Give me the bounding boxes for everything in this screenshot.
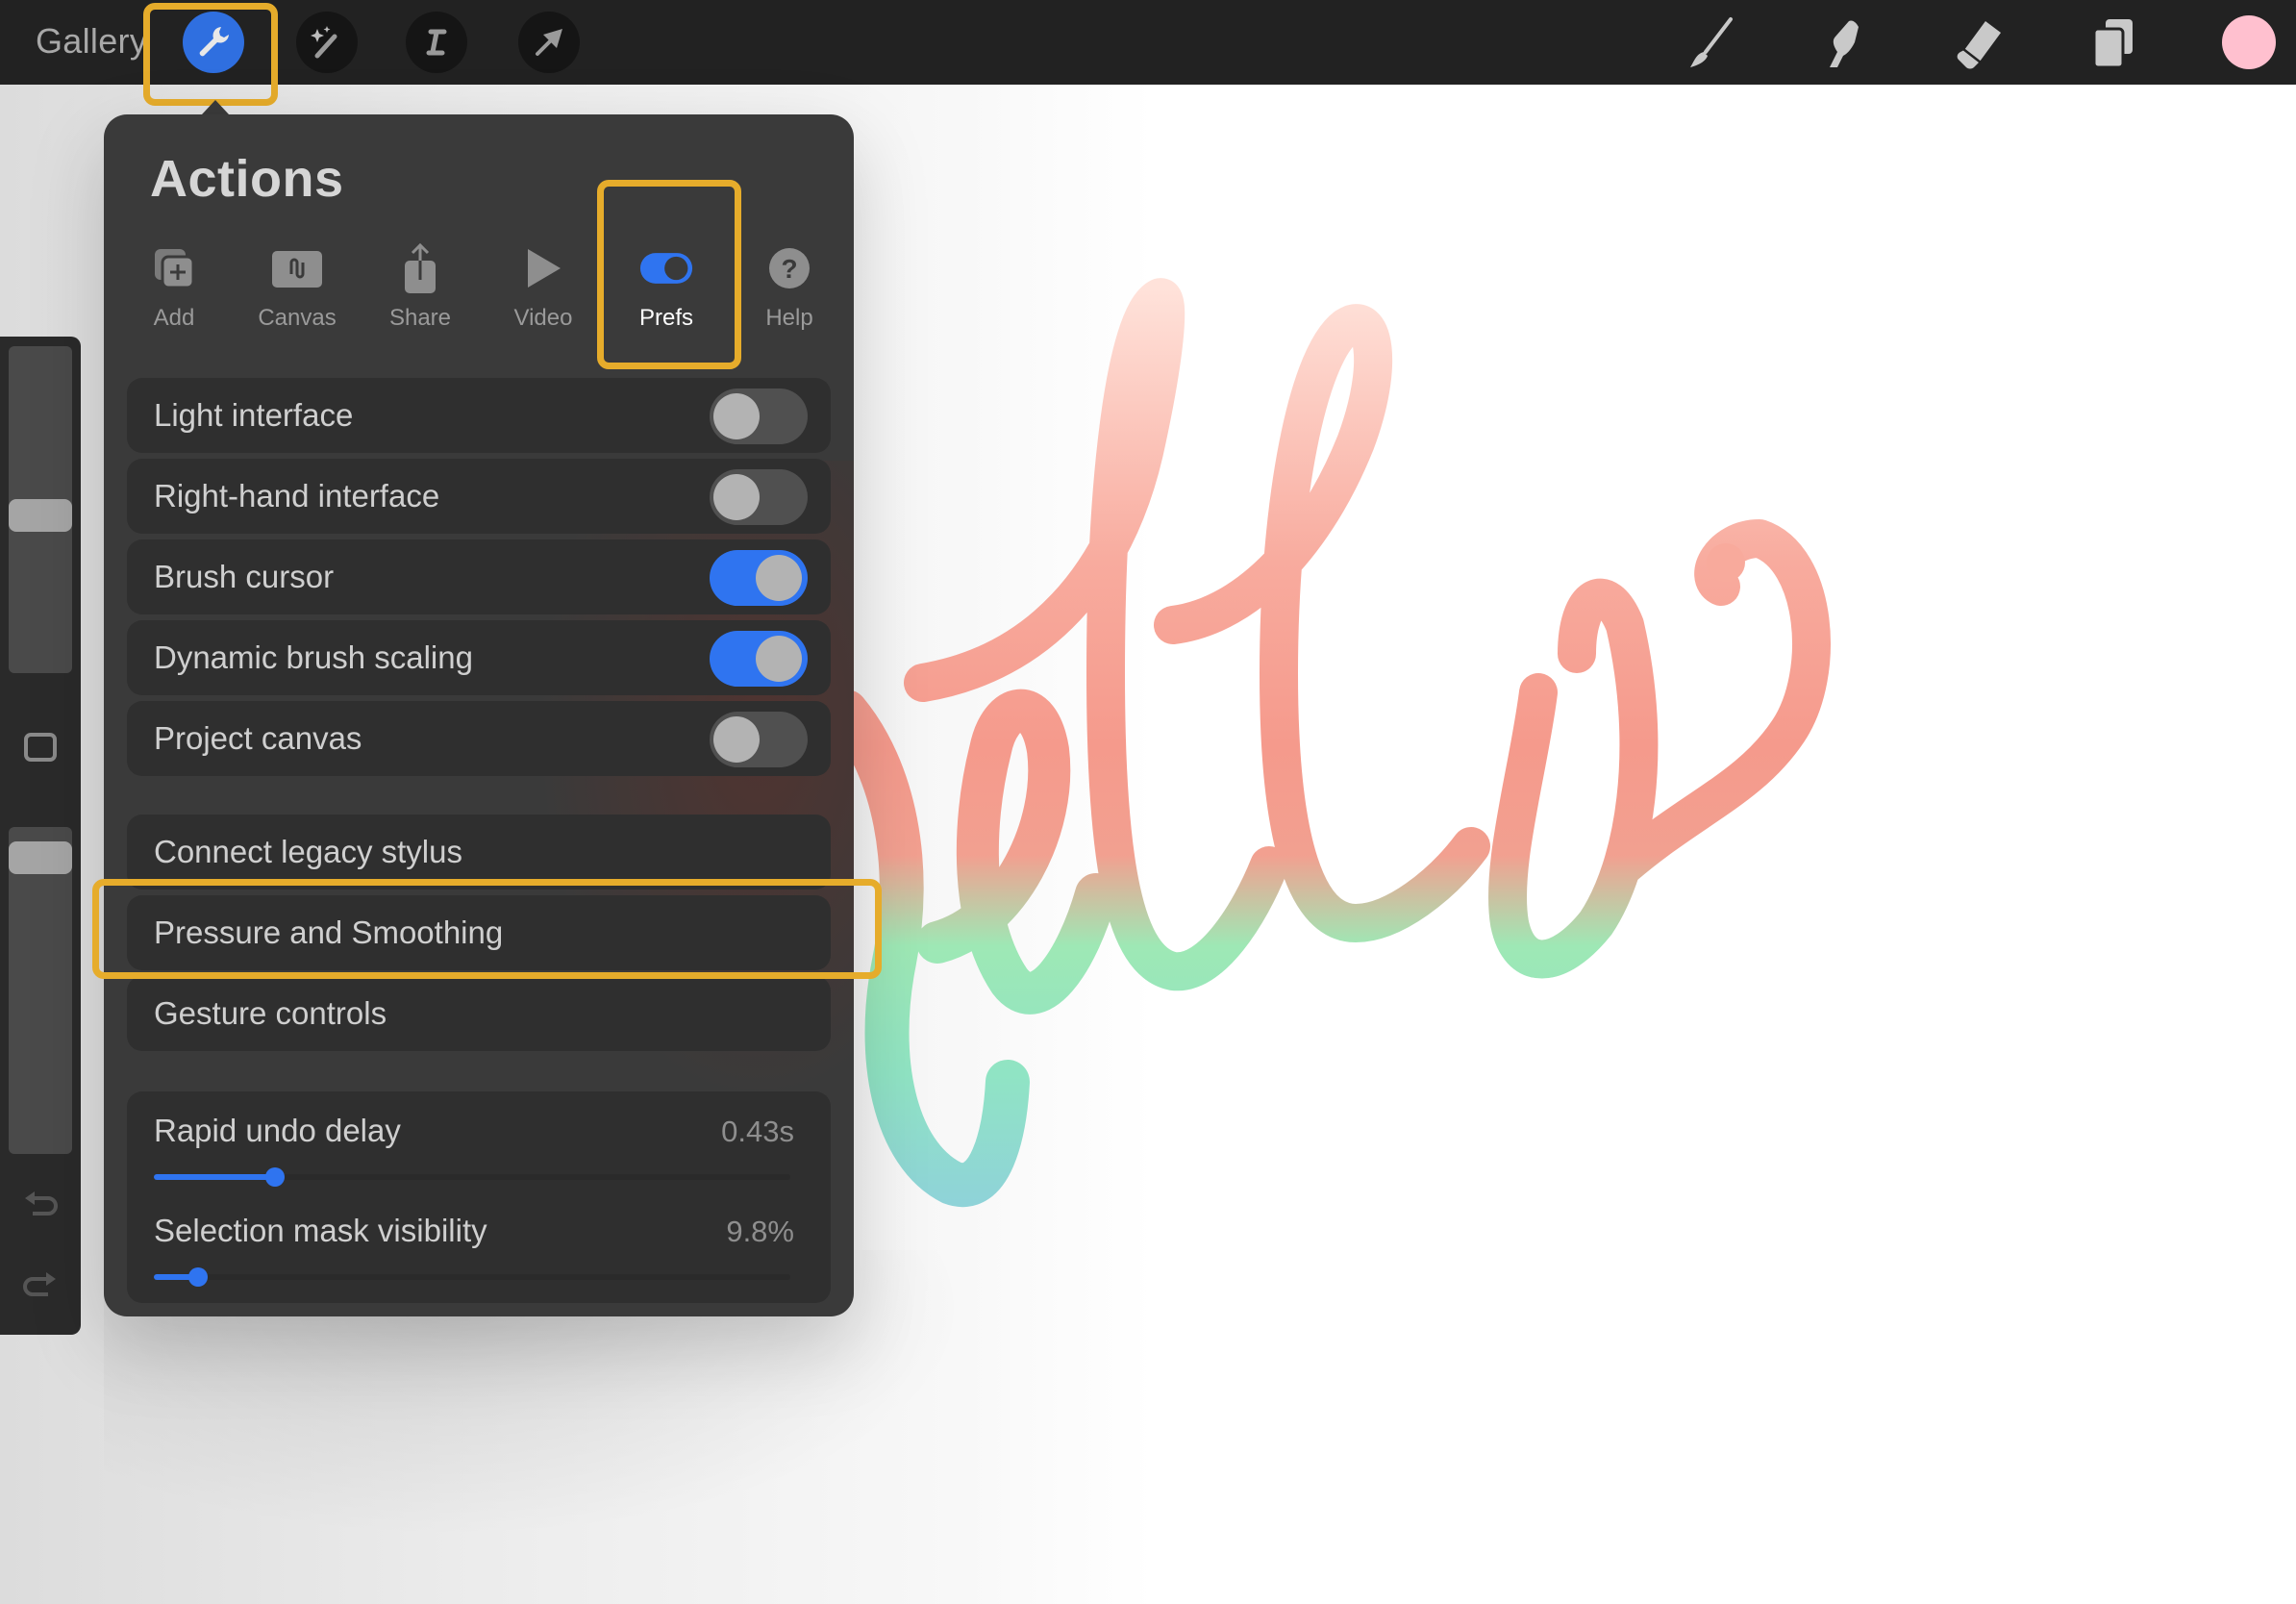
toggle-icon xyxy=(639,253,693,284)
redo-button[interactable] xyxy=(21,1269,60,1298)
brush-cursor-row[interactable]: Brush cursor xyxy=(127,539,831,614)
tab-help[interactable]: ? Help xyxy=(730,238,849,349)
color-picker-button[interactable] xyxy=(2222,15,2276,69)
selection-mask-visibility-value: 9.8% xyxy=(726,1215,794,1248)
tab-prefs[interactable]: Prefs xyxy=(607,238,726,349)
popover-pointer xyxy=(202,100,229,114)
connect-legacy-stylus-link[interactable]: Connect legacy stylus xyxy=(127,815,831,890)
row-label: Project canvas xyxy=(154,720,362,756)
layers-button[interactable] xyxy=(2084,13,2142,71)
redo-arrow-icon xyxy=(23,1272,56,1296)
letter-l2-stroke xyxy=(1154,304,1490,942)
eraser-icon xyxy=(1957,21,2001,69)
gesture-controls-link[interactable]: Gesture controls xyxy=(127,976,831,1051)
tab-canvas[interactable]: Canvas xyxy=(237,238,357,349)
top-toolbar: Gallery xyxy=(0,0,2296,85)
preferences-link-group: Connect legacy stylus Pressure and Smoot… xyxy=(127,815,831,1057)
canvas-icon xyxy=(272,251,322,288)
magic-wand-icon xyxy=(311,26,337,59)
right-hand-interface-row[interactable]: Right-hand interface xyxy=(127,459,831,534)
rapid-undo-delay-value: 0.43s xyxy=(721,1115,794,1148)
tab-add[interactable]: Add xyxy=(114,238,234,349)
preferences-toggle-group: Light interface Right-hand interface Bru… xyxy=(127,378,831,782)
row-label: Brush cursor xyxy=(154,559,335,594)
tab-video[interactable]: Video xyxy=(484,238,603,349)
project-canvas-toggle[interactable] xyxy=(710,712,808,767)
opacity-thumb[interactable] xyxy=(9,841,72,875)
opacity-slider[interactable] xyxy=(9,827,72,1154)
tab-label: Video xyxy=(513,305,573,331)
smudge-tool-button[interactable] xyxy=(1816,13,1874,71)
left-sidebar xyxy=(0,337,81,1335)
actions-panel: Actions Add Canvas Share Video Prefs ? H… xyxy=(104,114,854,1316)
selection-button[interactable] xyxy=(406,12,467,73)
undo-button[interactable] xyxy=(21,1189,60,1217)
tab-label: Prefs xyxy=(638,305,693,331)
dynamic-brush-scaling-row[interactable]: Dynamic brush scaling xyxy=(127,620,831,695)
row-label: Gesture controls xyxy=(154,995,387,1031)
adjustments-button[interactable] xyxy=(296,12,358,73)
question-icon: ? xyxy=(769,248,810,288)
letter-w-stroke xyxy=(1488,578,1659,979)
row-label: Right-hand interface xyxy=(154,478,440,514)
slider-fill xyxy=(154,1174,275,1180)
actions-button[interactable] xyxy=(183,12,244,73)
row-label: Connect legacy stylus xyxy=(154,834,462,869)
tab-label: Canvas xyxy=(258,305,337,331)
row-label: Dynamic brush scaling xyxy=(154,639,473,675)
undo-arrow-icon xyxy=(25,1191,58,1216)
share-icon xyxy=(405,242,436,293)
letter-e-stroke xyxy=(916,689,1117,1015)
preferences-slider-group: Rapid undo delay 0.43s Selection mask vi… xyxy=(127,1091,831,1303)
panel-title: Actions xyxy=(150,150,344,208)
brush-tool-button[interactable] xyxy=(1683,13,1740,71)
add-icon xyxy=(155,249,195,289)
slider-thumb[interactable] xyxy=(264,1167,285,1187)
tab-label: Help xyxy=(765,305,813,331)
tab-label: Share xyxy=(388,305,452,331)
selection-mask-visibility-slider[interactable] xyxy=(154,1267,790,1287)
row-label: Light interface xyxy=(154,397,354,433)
dynamic-brush-scaling-toggle[interactable] xyxy=(710,631,808,687)
svg-text:?: ? xyxy=(781,254,797,284)
rapid-undo-delay-label: Rapid undo delay xyxy=(154,1113,401,1148)
eraser-tool-button[interactable] xyxy=(1951,13,2009,71)
brush-size-slider[interactable] xyxy=(9,346,72,673)
gallery-button[interactable]: Gallery xyxy=(36,21,147,62)
transform-button[interactable] xyxy=(518,12,580,73)
slider-thumb[interactable] xyxy=(188,1267,209,1287)
row-label: Pressure and Smoothing xyxy=(154,915,504,950)
wrench-icon xyxy=(199,27,229,57)
light-interface-row[interactable]: Light interface xyxy=(127,378,831,453)
tab-share[interactable]: Share xyxy=(361,238,480,349)
pressure-and-smoothing-link[interactable]: Pressure and Smoothing xyxy=(127,895,831,970)
arrow-cursor-icon xyxy=(536,29,562,56)
letter-o-terminal xyxy=(1707,543,1745,582)
smudge-finger-icon xyxy=(1830,20,1859,68)
selection-mask-visibility-label: Selection mask visibility xyxy=(154,1213,487,1248)
rapid-undo-delay-slider[interactable] xyxy=(154,1167,790,1187)
selection-s-icon xyxy=(426,29,447,56)
light-interface-toggle[interactable] xyxy=(710,388,808,444)
brush-cursor-toggle[interactable] xyxy=(710,550,808,606)
play-icon xyxy=(528,249,561,288)
tab-label: Add xyxy=(153,305,195,331)
brush-size-thumb[interactable] xyxy=(9,499,72,533)
project-canvas-row[interactable]: Project canvas xyxy=(127,701,831,776)
paintbrush-icon xyxy=(1690,17,1733,67)
layers-icon xyxy=(2092,19,2133,69)
modify-button[interactable] xyxy=(24,733,57,762)
right-hand-interface-toggle[interactable] xyxy=(710,469,808,525)
